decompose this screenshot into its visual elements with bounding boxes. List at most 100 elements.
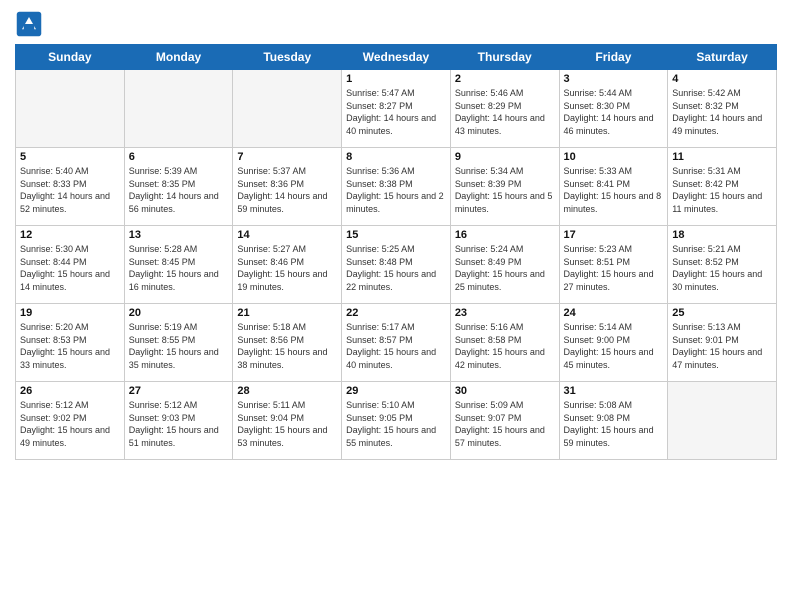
day-number: 16 bbox=[455, 229, 555, 241]
day-number: 6 bbox=[129, 151, 229, 163]
day-number: 22 bbox=[346, 307, 446, 319]
day-number: 21 bbox=[237, 307, 337, 319]
day-info: Sunrise: 5:34 AMSunset: 8:39 PMDaylight:… bbox=[455, 165, 555, 215]
day-info: Sunrise: 5:46 AMSunset: 8:29 PMDaylight:… bbox=[455, 87, 555, 137]
week-row: 26Sunrise: 5:12 AMSunset: 9:02 PMDayligh… bbox=[16, 382, 777, 460]
logo-icon bbox=[15, 10, 43, 38]
day-info: Sunrise: 5:39 AMSunset: 8:35 PMDaylight:… bbox=[129, 165, 229, 215]
day-info: Sunrise: 5:42 AMSunset: 8:32 PMDaylight:… bbox=[672, 87, 772, 137]
day-header: Monday bbox=[124, 45, 233, 70]
day-info: Sunrise: 5:27 AMSunset: 8:46 PMDaylight:… bbox=[237, 243, 337, 293]
day-number: 5 bbox=[20, 151, 120, 163]
day-info: Sunrise: 5:14 AMSunset: 9:00 PMDaylight:… bbox=[564, 321, 664, 371]
calendar-cell: 4 Sunrise: 5:42 AMSunset: 8:32 PMDaylight… bbox=[668, 70, 777, 148]
day-info: Sunrise: 5:10 AMSunset: 9:05 PMDaylight:… bbox=[346, 399, 446, 449]
calendar-cell bbox=[668, 382, 777, 460]
day-header: Thursday bbox=[450, 45, 559, 70]
day-info: Sunrise: 5:28 AMSunset: 8:45 PMDaylight:… bbox=[129, 243, 229, 293]
calendar-cell bbox=[16, 70, 125, 148]
day-number: 18 bbox=[672, 229, 772, 241]
day-info: Sunrise: 5:31 AMSunset: 8:42 PMDaylight:… bbox=[672, 165, 772, 215]
calendar-cell bbox=[233, 70, 342, 148]
day-info: Sunrise: 5:17 AMSunset: 8:57 PMDaylight:… bbox=[346, 321, 446, 371]
day-info: Sunrise: 5:13 AMSunset: 9:01 PMDaylight:… bbox=[672, 321, 772, 371]
day-header: Sunday bbox=[16, 45, 125, 70]
week-row: 5 Sunrise: 5:40 AMSunset: 8:33 PMDaylight… bbox=[16, 148, 777, 226]
logo bbox=[15, 10, 47, 38]
calendar-cell: 20 Sunrise: 5:19 AMSunset: 8:55 PMDayligh… bbox=[124, 304, 233, 382]
day-number: 29 bbox=[346, 385, 446, 397]
day-info: Sunrise: 5:16 AMSunset: 8:58 PMDaylight:… bbox=[455, 321, 555, 371]
day-number: 11 bbox=[672, 151, 772, 163]
day-info: Sunrise: 5:44 AMSunset: 8:30 PMDaylight:… bbox=[564, 87, 664, 137]
week-row: 12Sunrise: 5:30 AMSunset: 8:44 PMDayligh… bbox=[16, 226, 777, 304]
day-number: 3 bbox=[564, 73, 664, 85]
day-info: Sunrise: 5:18 AMSunset: 8:56 PMDaylight:… bbox=[237, 321, 337, 371]
calendar-cell: 3 Sunrise: 5:44 AMSunset: 8:30 PMDaylight… bbox=[559, 70, 668, 148]
calendar-cell: 6 Sunrise: 5:39 AMSunset: 8:35 PMDaylight… bbox=[124, 148, 233, 226]
day-header: Tuesday bbox=[233, 45, 342, 70]
day-number: 20 bbox=[129, 307, 229, 319]
day-info: Sunrise: 5:24 AMSunset: 8:49 PMDaylight:… bbox=[455, 243, 555, 293]
day-number: 17 bbox=[564, 229, 664, 241]
calendar-cell: 16 Sunrise: 5:24 AMSunset: 8:49 PMDayligh… bbox=[450, 226, 559, 304]
day-info: Sunrise: 5:25 AMSunset: 8:48 PMDaylight:… bbox=[346, 243, 446, 293]
day-number: 26 bbox=[20, 385, 120, 397]
day-header: Wednesday bbox=[342, 45, 451, 70]
calendar-cell: 24 Sunrise: 5:14 AMSunset: 9:00 PMDayligh… bbox=[559, 304, 668, 382]
calendar-cell: 5 Sunrise: 5:40 AMSunset: 8:33 PMDaylight… bbox=[16, 148, 125, 226]
calendar-cell: 29 Sunrise: 5:10 AMSunset: 9:05 PMDayligh… bbox=[342, 382, 451, 460]
calendar-cell: 21 Sunrise: 5:18 AMSunset: 8:56 PMDayligh… bbox=[233, 304, 342, 382]
day-info: Sunrise: 5:37 AMSunset: 8:36 PMDaylight:… bbox=[237, 165, 337, 215]
day-info: Sunrise: 5:23 AMSunset: 8:51 PMDaylight:… bbox=[564, 243, 664, 293]
day-info: Sunrise: 5:11 AMSunset: 9:04 PMDaylight:… bbox=[237, 399, 337, 449]
calendar-cell: 8Sunrise: 5:36 AMSunset: 8:38 PMDaylight… bbox=[342, 148, 451, 226]
header bbox=[15, 10, 777, 38]
calendar-cell: 11 Sunrise: 5:31 AMSunset: 8:42 PMDayligh… bbox=[668, 148, 777, 226]
calendar-cell: 15Sunrise: 5:25 AMSunset: 8:48 PMDayligh… bbox=[342, 226, 451, 304]
calendar-cell: 23 Sunrise: 5:16 AMSunset: 8:58 PMDayligh… bbox=[450, 304, 559, 382]
day-header: Friday bbox=[559, 45, 668, 70]
day-number: 25 bbox=[672, 307, 772, 319]
day-info: Sunrise: 5:47 AMSunset: 8:27 PMDaylight:… bbox=[346, 87, 446, 137]
day-number: 13 bbox=[129, 229, 229, 241]
calendar-cell: 31 Sunrise: 5:08 AMSunset: 9:08 PMDayligh… bbox=[559, 382, 668, 460]
calendar-cell: 9Sunrise: 5:34 AMSunset: 8:39 PMDaylight… bbox=[450, 148, 559, 226]
day-number: 8 bbox=[346, 151, 446, 163]
day-info: Sunrise: 5:12 AMSunset: 9:03 PMDaylight:… bbox=[129, 399, 229, 449]
day-info: Sunrise: 5:30 AMSunset: 8:44 PMDaylight:… bbox=[20, 243, 120, 293]
day-number: 31 bbox=[564, 385, 664, 397]
day-number: 24 bbox=[564, 307, 664, 319]
day-number: 30 bbox=[455, 385, 555, 397]
calendar-cell: 7Sunrise: 5:37 AMSunset: 8:36 PMDaylight… bbox=[233, 148, 342, 226]
calendar-cell: 26Sunrise: 5:12 AMSunset: 9:02 PMDayligh… bbox=[16, 382, 125, 460]
day-number: 2 bbox=[455, 73, 555, 85]
day-info: Sunrise: 5:21 AMSunset: 8:52 PMDaylight:… bbox=[672, 243, 772, 293]
day-header: Saturday bbox=[668, 45, 777, 70]
day-number: 4 bbox=[672, 73, 772, 85]
day-number: 1 bbox=[346, 73, 446, 85]
calendar-table: SundayMondayTuesdayWednesdayThursdayFrid… bbox=[15, 44, 777, 460]
calendar-cell: 13 Sunrise: 5:28 AMSunset: 8:45 PMDayligh… bbox=[124, 226, 233, 304]
day-number: 19 bbox=[20, 307, 120, 319]
day-number: 27 bbox=[129, 385, 229, 397]
header-row: SundayMondayTuesdayWednesdayThursdayFrid… bbox=[16, 45, 777, 70]
calendar-cell: 28 Sunrise: 5:11 AMSunset: 9:04 PMDayligh… bbox=[233, 382, 342, 460]
day-number: 23 bbox=[455, 307, 555, 319]
calendar-cell: 22 Sunrise: 5:17 AMSunset: 8:57 PMDayligh… bbox=[342, 304, 451, 382]
calendar-cell: 1 Sunrise: 5:47 AMSunset: 8:27 PMDaylight… bbox=[342, 70, 451, 148]
day-number: 10 bbox=[564, 151, 664, 163]
day-info: Sunrise: 5:33 AMSunset: 8:41 PMDaylight:… bbox=[564, 165, 664, 215]
day-info: Sunrise: 5:08 AMSunset: 9:08 PMDaylight:… bbox=[564, 399, 664, 449]
calendar-cell: 19Sunrise: 5:20 AMSunset: 8:53 PMDayligh… bbox=[16, 304, 125, 382]
calendar-cell: 2 Sunrise: 5:46 AMSunset: 8:29 PMDaylight… bbox=[450, 70, 559, 148]
day-info: Sunrise: 5:19 AMSunset: 8:55 PMDaylight:… bbox=[129, 321, 229, 371]
calendar-cell: 25 Sunrise: 5:13 AMSunset: 9:01 PMDayligh… bbox=[668, 304, 777, 382]
day-info: Sunrise: 5:40 AMSunset: 8:33 PMDaylight:… bbox=[20, 165, 120, 215]
week-row: 1 Sunrise: 5:47 AMSunset: 8:27 PMDaylight… bbox=[16, 70, 777, 148]
calendar-cell: 27 Sunrise: 5:12 AMSunset: 9:03 PMDayligh… bbox=[124, 382, 233, 460]
calendar-cell: 10 Sunrise: 5:33 AMSunset: 8:41 PMDayligh… bbox=[559, 148, 668, 226]
day-number: 28 bbox=[237, 385, 337, 397]
week-row: 19Sunrise: 5:20 AMSunset: 8:53 PMDayligh… bbox=[16, 304, 777, 382]
calendar-cell: 12Sunrise: 5:30 AMSunset: 8:44 PMDayligh… bbox=[16, 226, 125, 304]
